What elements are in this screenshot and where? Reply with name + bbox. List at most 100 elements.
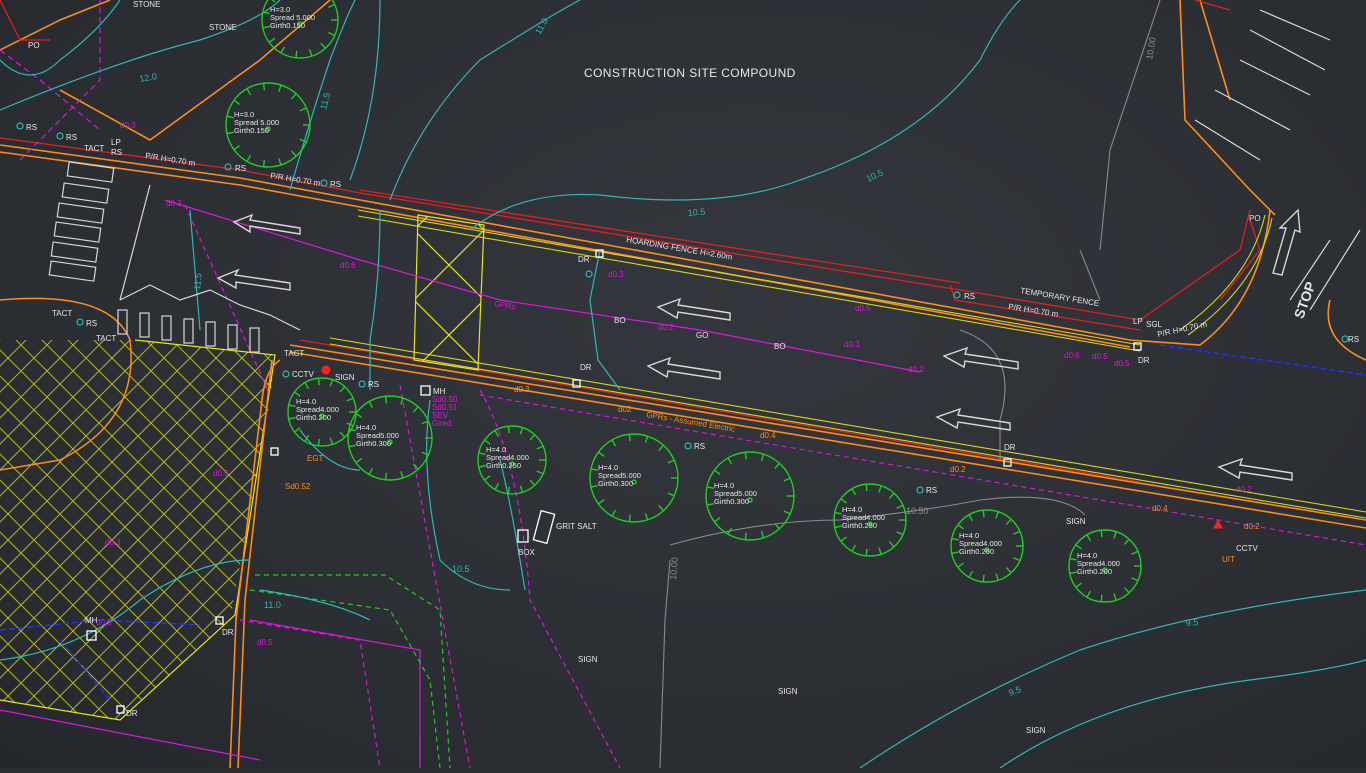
scaffold-crossing	[413, 214, 485, 371]
tree-girth-label: Girth0.250	[959, 547, 994, 556]
tree-girth-label: Girth0.250	[486, 461, 521, 470]
hoarding-lines	[329, 209, 1366, 519]
dr-label-6: DR	[126, 709, 138, 718]
gpr-electric-label: GPRs - Assumed Electric	[646, 410, 736, 434]
tree-girth-label: Girth0.300	[598, 479, 633, 488]
rs-label-6: RS	[964, 292, 975, 301]
rs-label-7: RS	[1348, 335, 1359, 344]
pir-label-4: P/R H=0.70 m	[1157, 320, 1209, 339]
po-label-1: PO	[28, 41, 40, 50]
sign-label-2: SIGN	[1066, 517, 1086, 526]
depth-label-6: d0.2	[908, 365, 924, 374]
depth-label-20: d0.3	[120, 121, 136, 130]
cad-plan-svg: CONSTRUCTION SITE COMPOUND HOARDING FENC…	[0, 0, 1366, 769]
red-features	[321, 365, 1223, 529]
grit-salt-label: GRIT SALT	[556, 522, 597, 531]
tree-girth-label: Girth0.150	[234, 126, 269, 135]
sign-label-4: SIGN	[778, 687, 798, 696]
gpr-label: GPRs	[494, 299, 517, 311]
depth-label-12: d0.2	[1236, 485, 1252, 494]
contour-value-4: 10.5	[687, 207, 705, 218]
contour-value-1: 12.0	[139, 71, 158, 84]
rs-label-9: RS	[368, 380, 379, 389]
existing-value-2: 10.50	[906, 506, 929, 516]
rs-label-2: RS	[66, 133, 77, 142]
existing-contours	[659, 0, 1161, 769]
depth-label-4: d0.5	[855, 304, 871, 313]
po-label-2: PO	[1249, 214, 1261, 223]
sign-label-1: SIGN	[335, 373, 355, 382]
sgl-label: SGL	[1146, 320, 1163, 329]
rs-label-10: RS	[694, 442, 705, 451]
depth-label-2: d0.3	[608, 270, 624, 279]
depth-label-5: d0.3	[844, 340, 860, 349]
depth-label-14: d0.5	[1092, 352, 1108, 361]
mh-detail-4: Gired	[432, 419, 452, 428]
tree-labels: H=3.0Spread 5.000Girth0.150H=3.0Spread 5…	[234, 5, 1120, 576]
contour-value-5: 10.5	[865, 167, 885, 183]
go-label: GO	[696, 331, 708, 340]
depth-label-3: d0.2	[658, 323, 674, 332]
depth-label-9: d0.4	[760, 431, 776, 440]
contour-value-6: 11.5	[192, 273, 203, 291]
tact-label-3: TACT	[96, 334, 116, 343]
dr-label-2: DR	[580, 363, 592, 372]
depth-label-21: d0.2	[950, 465, 966, 474]
contour-value-7: 10.5	[452, 564, 470, 574]
contour-value-3: 11.0	[533, 16, 550, 36]
cctv-label-2: CCTV	[1236, 544, 1258, 553]
road-markings	[48, 9, 1361, 353]
rs-label-4: RS	[235, 164, 246, 173]
trees	[225, 0, 1142, 603]
rs-label-11: RS	[926, 486, 937, 495]
sd-label: Sd0.52	[285, 482, 311, 491]
cad-drawing-canvas[interactable]: CONSTRUCTION SITE COMPOUND HOARDING FENC…	[0, 0, 1366, 769]
rs-label-8: RS	[86, 319, 97, 328]
bo-label-1: BO	[614, 316, 626, 325]
stone-label-1: STONE	[133, 0, 160, 9]
survey-points	[16, 122, 1349, 494]
depth-label-10: d0.4	[1152, 504, 1168, 513]
depth-label-8: d02	[618, 405, 632, 414]
stop-label: STOP	[1291, 280, 1319, 321]
service-lines	[0, 0, 1366, 769]
tree-girth-label: Girth0.200	[296, 413, 331, 422]
sign-label-3: SIGN	[578, 655, 598, 664]
contour-value-2: 11.5	[318, 92, 332, 111]
contour-value-8: 9.5	[1185, 617, 1198, 628]
tree-girth-label: Girth0.300	[356, 439, 391, 448]
depth-label-22: d0.5	[213, 469, 229, 478]
bo-label-2: BO	[774, 342, 786, 351]
drawing-title: CONSTRUCTION SITE COMPOUND	[584, 66, 796, 80]
hatched-plaza	[0, 340, 275, 720]
depth-label-1: d0.6	[340, 261, 356, 270]
rs-label-5: RS	[330, 180, 341, 189]
depth-label-17: d0.5	[96, 618, 112, 627]
dr-label-3: DR	[1004, 443, 1016, 452]
depth-label-13: d0.6	[1064, 351, 1080, 360]
tact-label-4: TACT	[284, 349, 304, 358]
dr-label-1: DR	[578, 255, 590, 264]
cctv-label-1: CCTV	[292, 370, 314, 379]
dr-label-5: DR	[222, 628, 234, 637]
depth-label-16: d0.3	[105, 538, 121, 547]
tree-girth-label: Girth0.250	[842, 521, 877, 530]
stone-label-2: STONE	[209, 23, 236, 32]
box-label: BOX	[518, 548, 536, 557]
kerb-lines	[0, 0, 1366, 769]
depth-label-19: d0.3	[166, 199, 182, 208]
uit-label: UIT	[1222, 555, 1235, 564]
tact-label-1: TACT	[84, 144, 104, 153]
dr-label-4: DR	[1138, 356, 1150, 365]
contour-lines	[0, 0, 1366, 769]
depth-label-11: d0.2	[1244, 522, 1260, 531]
lp-label-1: LP	[111, 138, 121, 147]
lp-label-2: LP	[1133, 317, 1143, 326]
depth-label-15: d0.5	[1114, 359, 1130, 368]
tact-label-2: TACT	[52, 309, 72, 318]
depth-label-7: d0.3	[514, 385, 530, 394]
contour-value-10: 11.0	[264, 600, 281, 610]
tree-girth-label: Girth0.300	[714, 497, 749, 506]
existing-value-3: 10.00	[668, 557, 680, 580]
egt-label: EGT	[307, 454, 324, 463]
